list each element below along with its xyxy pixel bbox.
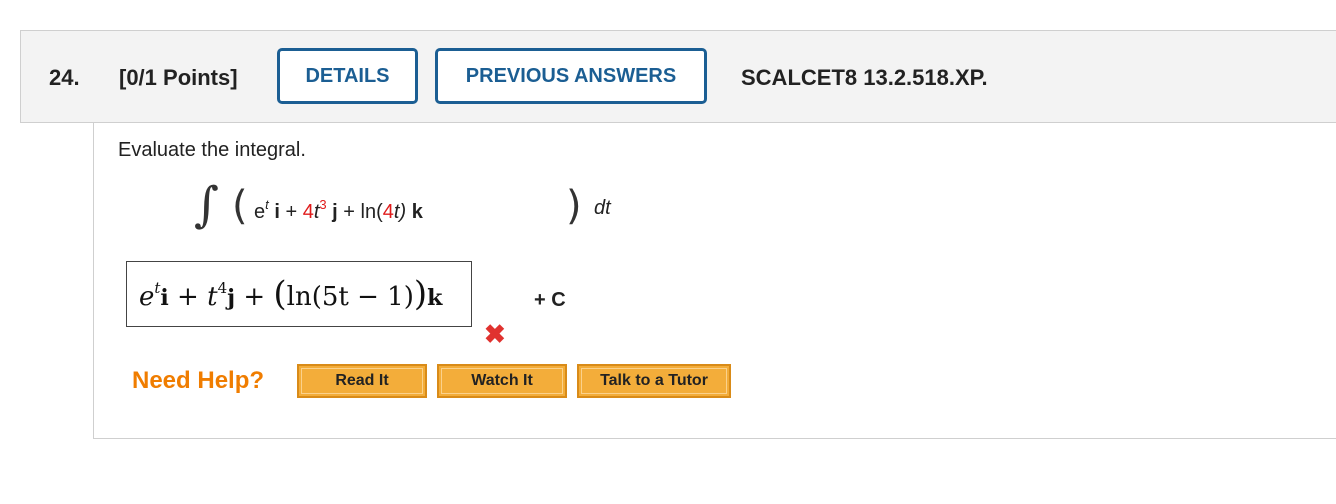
paren-left: ( xyxy=(232,183,248,229)
integral-expression: ∫ ( et i + 4t3 j + ln(4t) k ) dt xyxy=(194,177,634,241)
term1-exponent: t xyxy=(265,197,269,212)
answer-e: e xyxy=(139,282,155,312)
need-help-label: Need Help? xyxy=(132,367,265,394)
term1-base: e xyxy=(254,201,266,223)
question-number: 24. xyxy=(49,65,80,90)
problem-prompt: Evaluate the integral. xyxy=(118,139,306,161)
vector-j: j xyxy=(332,201,338,223)
incorrect-x-icon: ✖ xyxy=(484,319,506,349)
answer-k: k xyxy=(427,285,443,311)
answer-i: i xyxy=(160,285,169,311)
plus-1: + xyxy=(285,201,298,223)
answer-j: j xyxy=(227,285,236,311)
vector-i: i xyxy=(274,201,280,223)
integrand: et i + 4t3 j + ln(4t) k xyxy=(254,197,423,224)
talk-to-tutor-button[interactable]: Talk to a Tutor xyxy=(577,364,731,398)
answer-paren-open: ( xyxy=(273,274,287,314)
term2-coefficient: 4 xyxy=(302,201,314,223)
watch-it-button[interactable]: Watch It xyxy=(437,364,567,398)
paren-right: ) xyxy=(566,183,582,229)
vector-k: k xyxy=(411,201,423,223)
read-it-button[interactable]: Read It xyxy=(297,364,427,398)
question-content: Evaluate the integral. ∫ ( et i + 4t3 j … xyxy=(93,123,1336,439)
term2-exponent: 3 xyxy=(319,197,327,212)
integral-sign: ∫ xyxy=(194,177,220,233)
constant-of-integration: + C xyxy=(534,289,566,311)
differential: dt xyxy=(594,197,611,219)
term3-function: ln( xyxy=(360,201,383,223)
plus-2: + xyxy=(343,201,355,223)
answer-four: 4 xyxy=(217,279,228,297)
answer-ln-expression: ln(5t − 1) xyxy=(286,282,414,312)
answer-plus-2: + xyxy=(243,282,266,312)
term3-variable: t) xyxy=(393,201,407,223)
details-button[interactable]: DETAILS xyxy=(277,48,418,104)
answer-t: t xyxy=(207,282,218,312)
answer-input[interactable]: eti + t4j + (ln(5t − 1))k xyxy=(126,261,472,327)
answer-plus-1: + xyxy=(177,282,199,312)
previous-answers-button[interactable]: PREVIOUS ANSWERS xyxy=(435,48,707,104)
term3-coefficient: 4 xyxy=(382,201,394,223)
question-points: [0/1 Points] xyxy=(119,65,238,90)
question-code: SCALCET8 13.2.518.XP. xyxy=(741,65,988,90)
question-header: 24. [0/1 Points] DETAILS PREVIOUS ANSWER… xyxy=(20,30,1336,123)
answer-expression: eti + t4j + (ln(5t − 1))k xyxy=(139,274,442,314)
answer-paren-close: ) xyxy=(413,274,428,314)
